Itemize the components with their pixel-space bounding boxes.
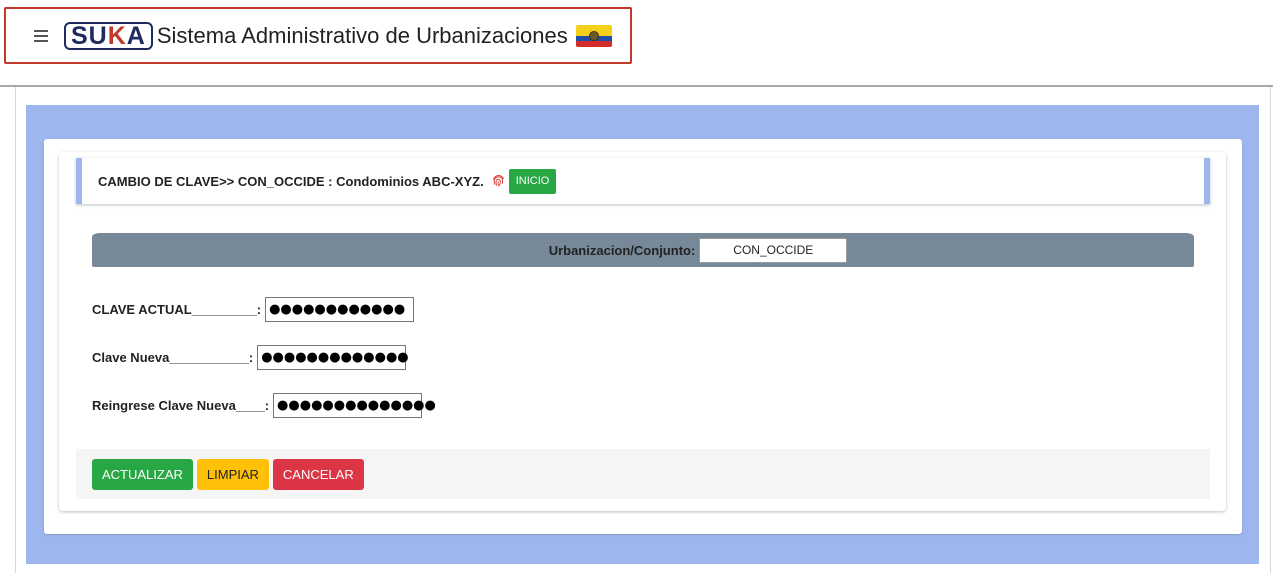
suka-logo: SU K A — [64, 21, 153, 50]
ecuador-flag-icon — [575, 24, 612, 47]
urbanizacion-value: CON_OCCIDE — [733, 243, 814, 257]
reingrese-input[interactable]: ●●●●●●●●●●●●●● — [273, 393, 436, 418]
app-title: Sistema Administrativo de Urbanizaciones — [156, 22, 568, 48]
clave-nueva-label: Clave Nueva___________: — [92, 350, 254, 365]
urbanizacion-bar: Urbanizacion/Conjunto: CON_OCCIDE — [92, 233, 1194, 267]
limpiar-button[interactable]: LIMPIAR — [196, 458, 269, 490]
clave-nueva-input[interactable]: ●●●●●●●●●●●●● — [257, 345, 409, 370]
reingrese-label: Reingrese Clave Nueva____: — [92, 398, 270, 413]
inicio-button[interactable]: INICIO — [508, 168, 557, 194]
reingrese-value: ●●●●●●●●●●●●●● — [277, 398, 436, 413]
header-divider — [0, 85, 1273, 87]
clave-actual-row: CLAVE ACTUAL_________: ●●●●●●●●●●●● — [92, 297, 415, 322]
clave-actual-value: ●●●●●●●●●●●● — [269, 302, 406, 317]
clave-nueva-value: ●●●●●●●●●●●●● — [261, 350, 409, 365]
clave-actual-input[interactable]: ●●●●●●●●●●●● — [265, 297, 415, 322]
form-footer: ACTUALIZAR LIMPIAR CANCELAR — [76, 449, 1210, 499]
urbanizacion-field: CON_OCCIDE — [699, 237, 848, 263]
cancelar-button[interactable]: CANCELAR — [272, 458, 364, 490]
hamburger-icon[interactable] — [34, 29, 48, 42]
urbanizacion-label: Urbanizacion/Conjunto: — [548, 242, 696, 258]
frame-border-left — [15, 87, 16, 573]
clave-nueva-row: Clave Nueva___________: ●●●●●●●●●●●●● — [92, 345, 409, 370]
breadcrumb-text: CAMBIO DE CLAVE>> CON_OCCIDE : Condomini… — [98, 173, 484, 189]
breadcrumb: CAMBIO DE CLAVE>> CON_OCCIDE : Condomini… — [76, 158, 1210, 204]
app-header: SU K A Sistema Administrativo de Urbanizac… — [4, 7, 632, 64]
reingrese-row: Reingrese Clave Nueva____: ●●●●●●●●●●●●●… — [92, 393, 436, 418]
clave-actual-label: CLAVE ACTUAL_________: — [92, 302, 262, 317]
actualizar-button[interactable]: ACTUALIZAR — [92, 458, 193, 490]
frame-border-right — [1270, 87, 1271, 573]
fingerprint-icon — [492, 174, 504, 187]
